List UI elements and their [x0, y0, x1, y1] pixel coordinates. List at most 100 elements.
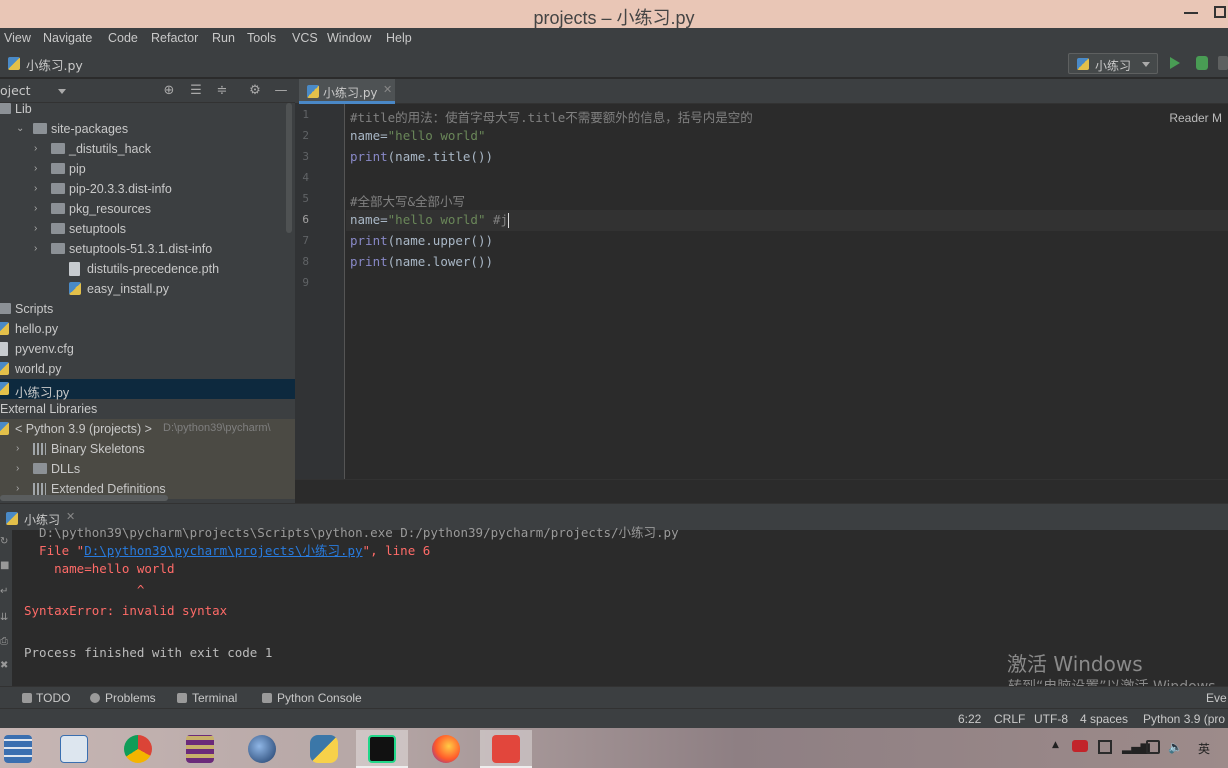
- run-icon[interactable]: [1170, 57, 1180, 69]
- run-console[interactable]: ↻ ■ ↵ ⇊ ⎙ ✖ D:\python39\pycharm\projects…: [0, 525, 1228, 695]
- tree-item[interactable]: › setuptools-51.3.1.dist-info: [0, 239, 295, 259]
- chevron-right-icon[interactable]: ›: [16, 483, 26, 494]
- menu-help[interactable]: Help: [386, 31, 412, 45]
- code-line[interactable]: name="hello world": [350, 128, 485, 143]
- run-configuration-selector[interactable]: 小练习: [1068, 53, 1158, 74]
- terminal-button[interactable]: Terminal: [192, 691, 237, 705]
- code-line[interactable]: name="hello world" #j: [350, 212, 510, 228]
- taskbar-chrome[interactable]: [112, 730, 164, 768]
- close-icon[interactable]: ✕: [383, 83, 392, 96]
- tray-expand-icon[interactable]: ▲: [1052, 740, 1059, 750]
- stop-icon[interactable]: ■: [0, 560, 10, 571]
- tree-item[interactable]: world.py: [0, 359, 295, 379]
- file-encoding[interactable]: UTF-8: [1034, 712, 1068, 726]
- hide-icon[interactable]: —: [274, 84, 288, 98]
- chevron-right-icon[interactable]: ›: [34, 243, 44, 254]
- tree-item[interactable]: › Binary Skeletons: [0, 439, 295, 459]
- code-line[interactable]: print(name.lower()): [350, 254, 493, 269]
- chevron-right-icon[interactable]: ›: [34, 203, 44, 214]
- menu-view[interactable]: View: [4, 31, 31, 45]
- tree-item[interactable]: › DLLs: [0, 459, 295, 479]
- tree-item[interactable]: › _distutils_hack: [0, 139, 295, 159]
- tree-item[interactable]: External Libraries: [0, 399, 295, 419]
- volume-icon[interactable]: 🔈: [1168, 740, 1183, 754]
- line-separator[interactable]: CRLF: [994, 712, 1025, 726]
- tab-file[interactable]: 小练习.py ✕: [299, 79, 395, 104]
- chevron-right-icon[interactable]: ›: [34, 163, 44, 174]
- breadcrumb[interactable]: 小练习.py: [26, 55, 83, 74]
- chevron-down-icon[interactable]: [58, 89, 66, 94]
- menu-refactor[interactable]: Refactor: [151, 31, 198, 45]
- tree-item[interactable]: ⌄ site-packages: [0, 119, 295, 139]
- chevron-down-icon[interactable]: ⌄: [16, 123, 26, 134]
- chevron-right-icon[interactable]: ›: [34, 183, 44, 194]
- chevron-right-icon[interactable]: ›: [34, 223, 44, 234]
- wrap-icon[interactable]: ↵: [0, 586, 10, 597]
- start-button[interactable]: [0, 730, 52, 768]
- tree-item[interactable]: › pkg_resources: [0, 199, 295, 219]
- taskbar-firefox[interactable]: [420, 730, 472, 768]
- code-line[interactable]: print(name.upper()): [350, 233, 493, 248]
- tree-item[interactable]: › setuptools: [0, 219, 295, 239]
- code-line[interactable]: #title的用法：使首字母大写.title不需要额外的信息，括号内是空的: [350, 107, 753, 126]
- menu-tools[interactable]: Tools: [247, 31, 276, 45]
- menu-run[interactable]: Run: [212, 31, 235, 45]
- problems-button[interactable]: Problems: [105, 691, 156, 705]
- taskbar-cinema4d[interactable]: [236, 730, 288, 768]
- file-link[interactable]: D:\python39\pycharm\projects\小练习.py: [84, 543, 362, 558]
- project-panel-title[interactable]: oject: [0, 83, 31, 98]
- tree-item[interactable]: 小练习.py: [0, 379, 295, 400]
- rerun-icon[interactable]: ↻: [0, 536, 10, 547]
- tree-item[interactable]: hello.py: [0, 319, 295, 339]
- tree-item[interactable]: › pip: [0, 159, 295, 179]
- code-line[interactable]: print(name.title()): [350, 149, 493, 164]
- chevron-right-icon[interactable]: ›: [16, 463, 26, 474]
- menu-navigate[interactable]: Navigate: [43, 31, 92, 45]
- taskbar-recorder[interactable]: [480, 730, 532, 768]
- menu-code[interactable]: Code: [108, 31, 138, 45]
- tree-item-label: pyvenv.cfg: [15, 342, 74, 356]
- tree-item[interactable]: › pip-20.3.3.dist-info: [0, 179, 295, 199]
- menu-window[interactable]: Window: [327, 31, 371, 45]
- debug-icon[interactable]: [1196, 56, 1208, 70]
- event-log-button[interactable]: Eve: [1206, 691, 1227, 705]
- gear-icon[interactable]: ⚙: [248, 84, 262, 98]
- tree-item[interactable]: distutils-precedence.pth: [0, 259, 295, 279]
- chevron-right-icon[interactable]: ›: [34, 143, 44, 154]
- expand-all-icon[interactable]: ☰: [189, 84, 203, 98]
- minimize-button[interactable]: [1184, 12, 1198, 14]
- tree-item[interactable]: easy_install.py: [0, 279, 295, 299]
- taskbar-pycharm[interactable]: [356, 730, 408, 768]
- tree-item[interactable]: Scripts: [0, 299, 295, 319]
- chevron-right-icon[interactable]: ›: [16, 443, 26, 454]
- taskbar-python[interactable]: [298, 730, 350, 768]
- code-line[interactable]: #全部大写&全部小写: [350, 191, 465, 210]
- indent-setting[interactable]: 4 spaces: [1080, 712, 1128, 726]
- battery-icon[interactable]: [1146, 740, 1160, 754]
- collapse-all-icon[interactable]: ≑: [215, 84, 229, 98]
- interpreter-selector[interactable]: Python 3.9 (pro: [1143, 712, 1225, 726]
- maximize-button[interactable]: [1214, 6, 1226, 18]
- tree-item[interactable]: pyvenv.cfg: [0, 339, 295, 359]
- python-console-button[interactable]: Python Console: [277, 691, 362, 705]
- caret-position[interactable]: 6:22: [958, 712, 981, 726]
- tray-flag-icon[interactable]: [1098, 740, 1112, 754]
- code-editor[interactable]: Reader M 1 #title的用法：使首字母大写.title不需要额外的信息…: [295, 104, 1228, 479]
- ime-indicator[interactable]: 英: [1198, 740, 1210, 757]
- coverage-icon[interactable]: [1218, 56, 1228, 70]
- tree-item[interactable]: < Python 3.9 (projects) > D:\python39\pyc…: [0, 419, 295, 439]
- locate-icon[interactable]: ⊕: [162, 84, 176, 98]
- tray-app-icon[interactable]: [1072, 740, 1088, 752]
- taskbar-stocks[interactable]: [56, 730, 108, 768]
- scroll-end-icon[interactable]: ⇊: [0, 612, 10, 623]
- menu-vcs[interactable]: VCS: [292, 31, 318, 45]
- library-icon: [33, 443, 46, 455]
- trash-icon[interactable]: ✖: [0, 660, 10, 671]
- horizontal-scrollbar[interactable]: [0, 495, 168, 501]
- vertical-scrollbar[interactable]: [286, 103, 292, 233]
- tree-item[interactable]: Lib: [0, 103, 295, 119]
- todo-button[interactable]: TODO: [36, 691, 70, 705]
- taskbar-archive[interactable]: [174, 730, 226, 768]
- print-icon[interactable]: ⎙: [0, 636, 10, 647]
- reader-mode-toggle[interactable]: Reader M: [1169, 111, 1222, 125]
